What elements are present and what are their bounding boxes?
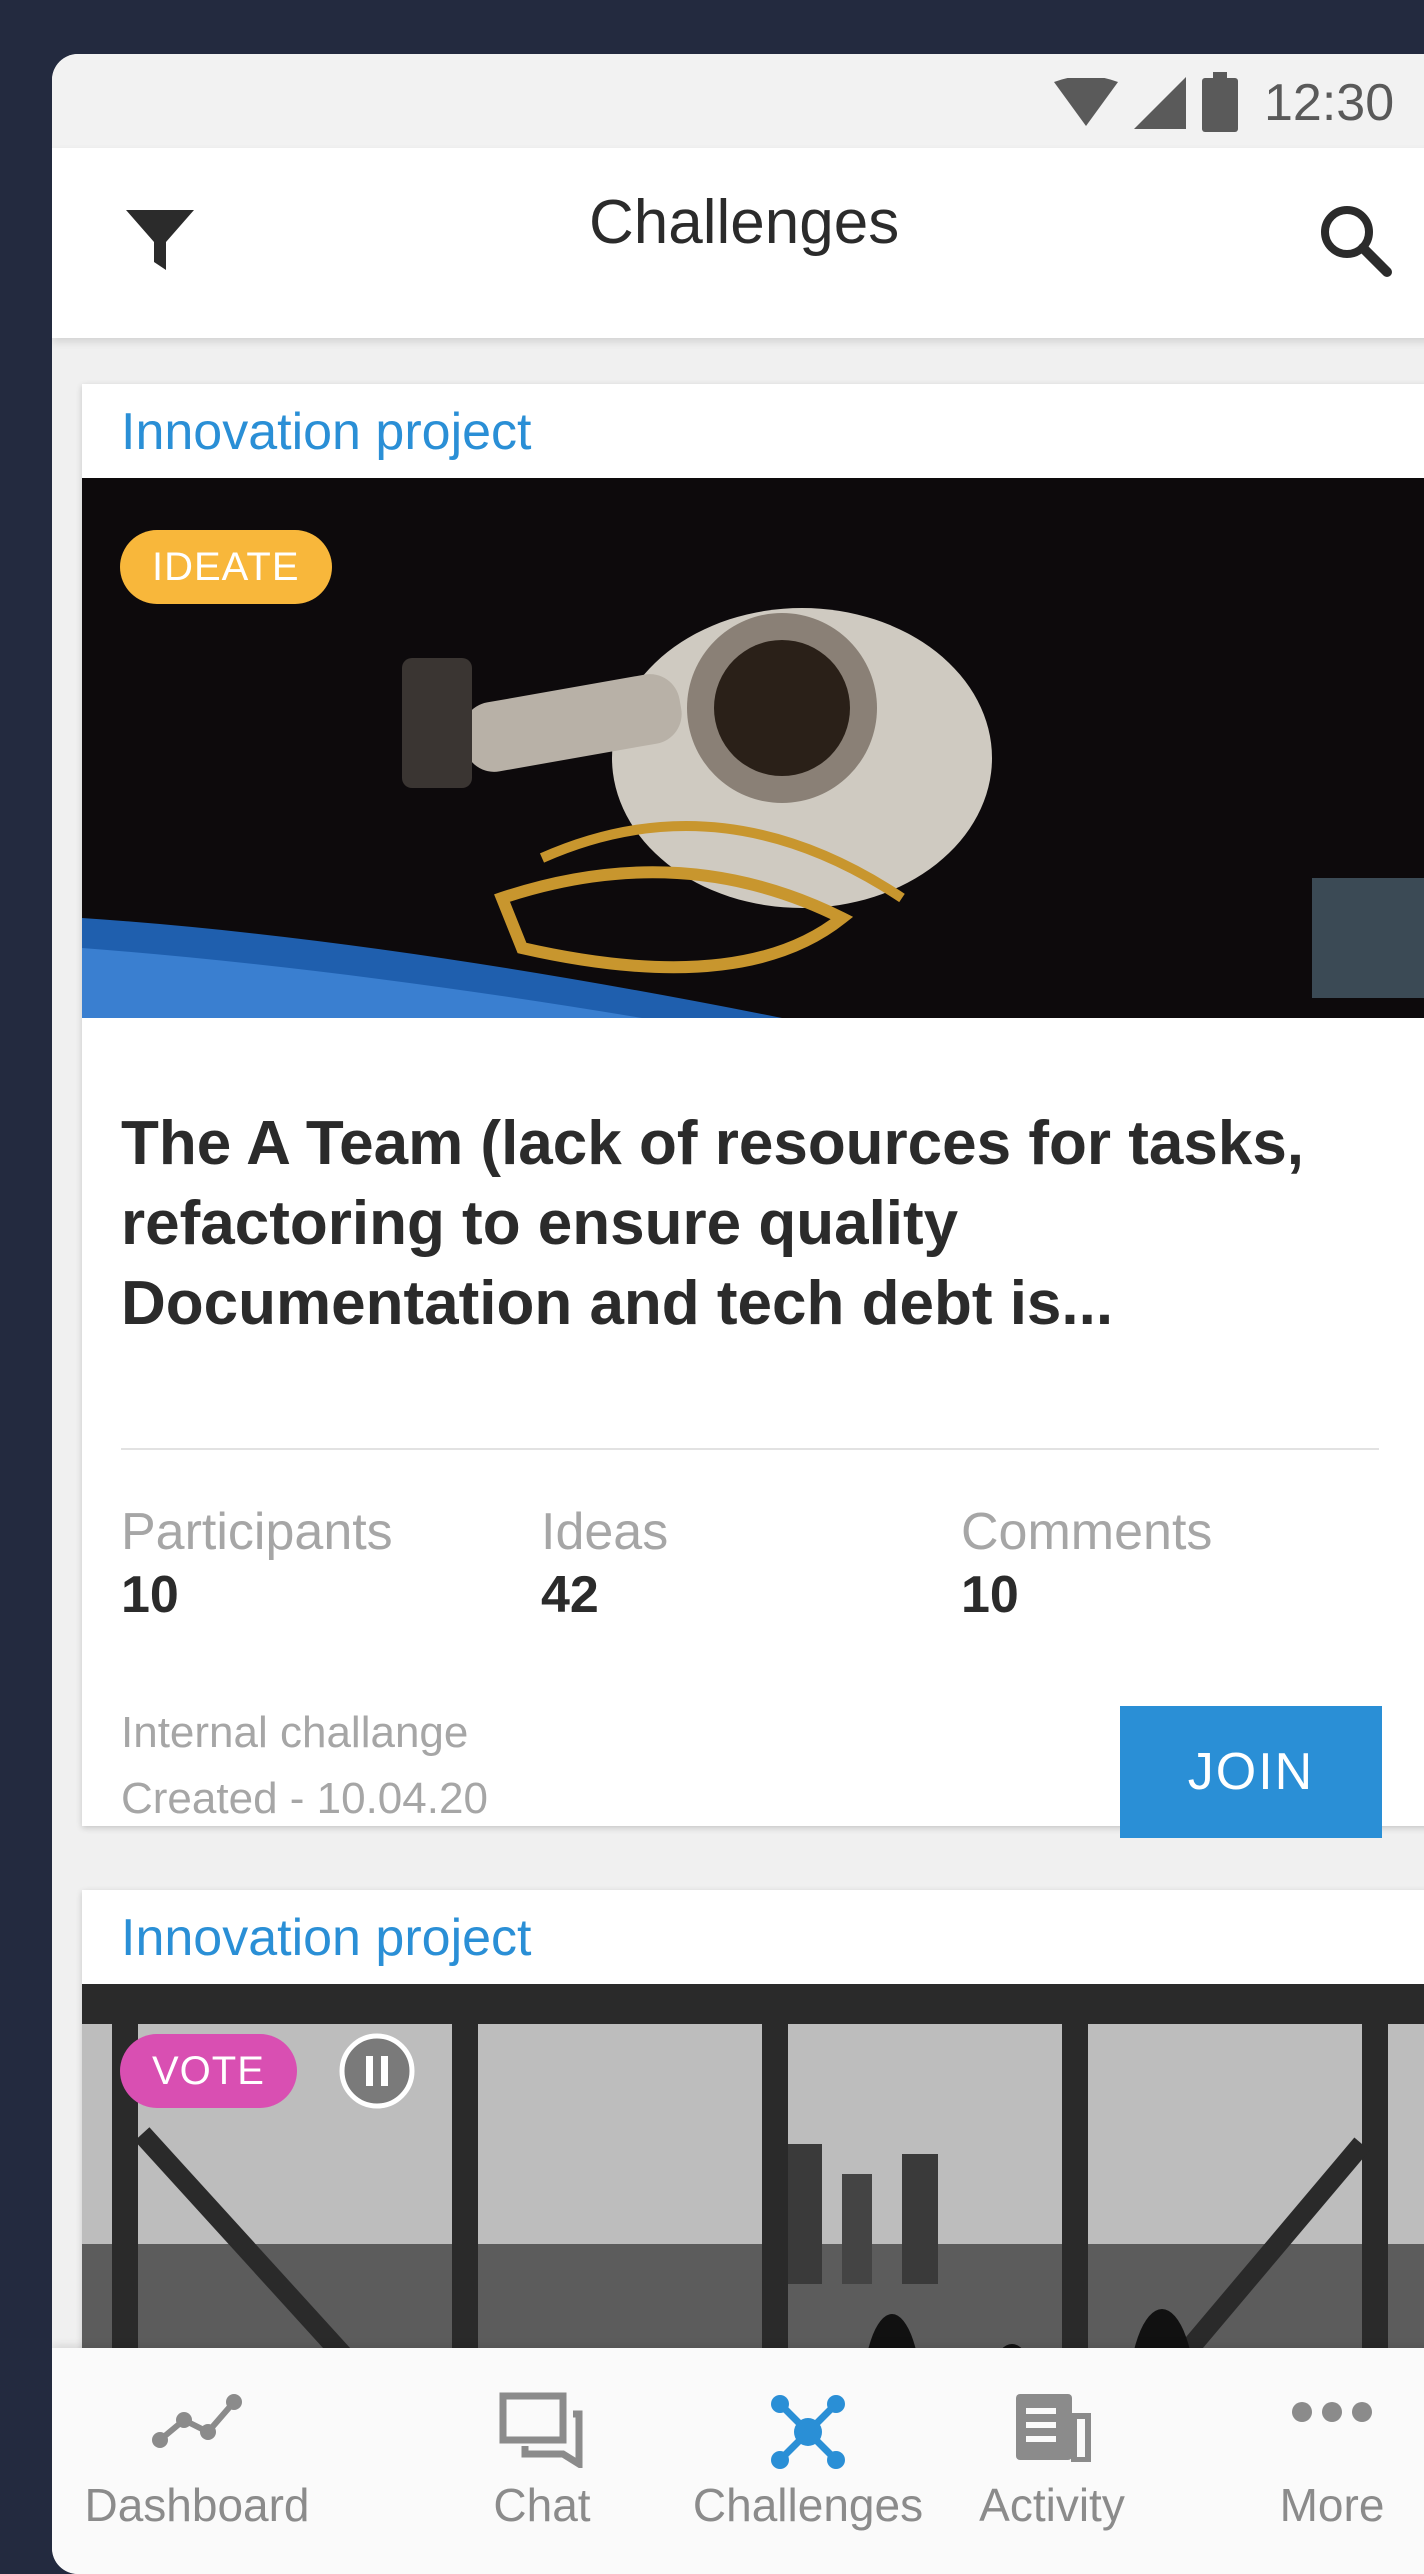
stat-label: Ideas [541,1503,669,1561]
chat-icon [499,2392,583,2468]
app-bar: Challenges [52,148,1424,338]
nav-item-activity[interactable]: Activity [932,2348,1172,2574]
nav-label: More [1279,2479,1385,2531]
stat-label: Participants [121,1503,393,1561]
challenges-icon [771,2395,845,2469]
status-badge: VOTE [120,2034,297,2108]
nav-item-more[interactable]: More [1202,2348,1424,2574]
more-icon [1292,2402,1372,2422]
challenge-title[interactable]: The A Team (lack of resources for tasks,… [121,1104,1421,1344]
card-category: Innovation project [121,403,532,461]
pause-icon[interactable] [338,2032,416,2110]
stat-ideas: Ideas 42 [541,1502,668,1628]
page-title: Challenges [589,188,900,257]
nav-item-challenges[interactable]: Challenges [652,2348,964,2574]
status-badge: IDEATE [120,530,332,604]
nav-label: Activity [979,2479,1125,2531]
status-time: 12:30 [1264,74,1395,132]
stat-comments: Comments 10 [961,1502,1212,1628]
wifi-icon [1054,78,1118,126]
search-icon[interactable] [1315,200,1395,280]
nav-label: Challenges [692,2479,924,2531]
stat-label: Comments [961,1503,1213,1561]
created-date: Created - 10.04.20 [121,1774,488,1823]
card-category: Innovation project [121,1909,532,1967]
phone-screen: 12:30 Challenges Innovation project IDEA… [52,54,1424,2574]
nav-label: Chat [493,2479,591,2531]
battery-icon [1202,72,1238,132]
bottom-navigation: Dashboard Chat Challenges Activity More [52,2348,1424,2574]
challenge-card[interactable]: Innovation project IDEATE The A Team (la… [82,384,1424,1838]
stat-value: 10 [121,1566,179,1624]
join-button[interactable]: JOIN [1120,1706,1382,1838]
divider [121,1448,1379,1450]
status-bar: 12:30 [52,54,1424,148]
signal-icon [1134,77,1186,129]
challenge-type: Internal challange [121,1708,469,1757]
stat-value: 42 [541,1566,599,1624]
challenge-meta: Internal challange Created - 10.04.20 [121,1700,488,1832]
nav-label: Dashboard [84,2479,310,2531]
dashboard-icon [152,2394,242,2448]
stat-participants: Participants 10 [121,1502,393,1628]
nav-item-dashboard[interactable]: Dashboard [52,2348,342,2574]
stat-value: 10 [961,1566,1019,1624]
activity-icon [1016,2394,1091,2462]
nav-item-chat[interactable]: Chat [442,2348,642,2574]
